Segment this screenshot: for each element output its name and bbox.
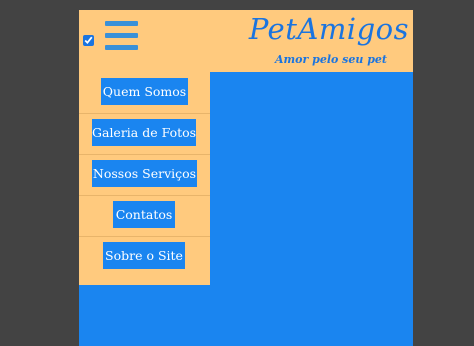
menu-toggle-checkbox[interactable] — [83, 35, 94, 46]
hamburger-menu-icon[interactable] — [105, 20, 138, 52]
menu-item-nossos-servicos[interactable]: Nossos Serviços — [92, 160, 197, 187]
sidebar-menu: Quem Somos Galeria de Fotos Nossos Servi… — [79, 72, 210, 285]
menu-row: Contatos — [79, 195, 210, 237]
hamburger-bar — [105, 21, 138, 26]
page-container: PetAmigos Amor pelo seu pet Quem Somos G… — [79, 10, 413, 346]
hamburger-bar — [105, 33, 138, 38]
header: PetAmigos Amor pelo seu pet — [79, 10, 413, 72]
menu-row: Nossos Serviços — [79, 154, 210, 196]
menu-item-sobre-o-site[interactable]: Sobre o Site — [103, 242, 185, 269]
hamburger-bar — [105, 45, 138, 50]
site-title: PetAmigos — [248, 12, 409, 46]
menu-row: Sobre o Site — [79, 236, 210, 277]
site-tagline: Amor pelo seu pet — [275, 53, 387, 66]
menu-item-contatos[interactable]: Contatos — [113, 201, 175, 228]
menu-row: Quem Somos — [79, 72, 210, 114]
menu-item-quem-somos[interactable]: Quem Somos — [101, 78, 188, 105]
menu-row: Galeria de Fotos — [79, 113, 210, 155]
menu-item-galeria-de-fotos[interactable]: Galeria de Fotos — [92, 119, 196, 146]
